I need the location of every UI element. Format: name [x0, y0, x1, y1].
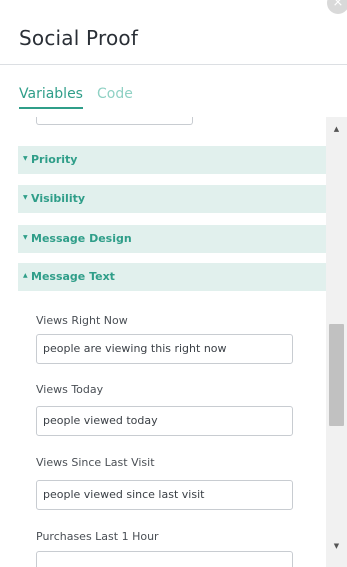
field-label-views-right-now: Views Right Now [36, 314, 128, 327]
section-message-design[interactable]: ▼ Message Design [18, 225, 326, 253]
chevron-down-icon: ▼ [23, 194, 28, 201]
social-proof-panel: × Social Proof Variables Code ▼ Priority ▼… [0, 0, 347, 567]
scroll-up-icon[interactable]: ▲ [326, 120, 347, 138]
views-today-input[interactable]: people viewed today [36, 406, 293, 436]
scrollbar-thumb[interactable] [329, 324, 344, 426]
section-label: Visibility [31, 192, 86, 205]
chevron-up-icon: ▲ [23, 272, 28, 279]
section-visibility[interactable]: ▼ Visibility [18, 185, 326, 213]
close-icon[interactable]: × [327, 0, 347, 14]
section-priority[interactable]: ▼ Priority [18, 146, 326, 174]
variables-scroll-area: ▼ Priority ▼ Visibility ▼ Message Design ▲ M… [0, 117, 326, 567]
tab-variables[interactable]: Variables [19, 86, 83, 109]
field-label-views-since-last-visit: Views Since Last Visit [36, 456, 155, 469]
tab-bar: Variables Code [19, 83, 147, 109]
views-right-now-input[interactable]: people are viewing this right now [36, 334, 293, 364]
divider [0, 64, 347, 65]
partial-input-field[interactable] [36, 117, 193, 125]
field-label-purchases-last-1-hour: Purchases Last 1 Hour [36, 530, 159, 543]
field-label-views-today: Views Today [36, 383, 104, 396]
section-label: Message Text [31, 270, 115, 283]
vertical-scrollbar[interactable]: ▲ ▼ [326, 117, 347, 567]
chevron-down-icon: ▼ [23, 155, 28, 162]
section-label: Priority [31, 153, 78, 166]
scroll-down-icon[interactable]: ▼ [326, 537, 347, 555]
section-message-text[interactable]: ▲ Message Text [18, 263, 326, 291]
panel-title: Social Proof [19, 26, 139, 50]
views-since-last-visit-input[interactable]: people viewed since last visit [36, 480, 293, 510]
section-label: Message Design [31, 232, 132, 245]
purchases-last-1-hour-input[interactable] [36, 551, 293, 567]
chevron-down-icon: ▼ [23, 234, 28, 241]
tab-code[interactable]: Code [97, 86, 133, 107]
